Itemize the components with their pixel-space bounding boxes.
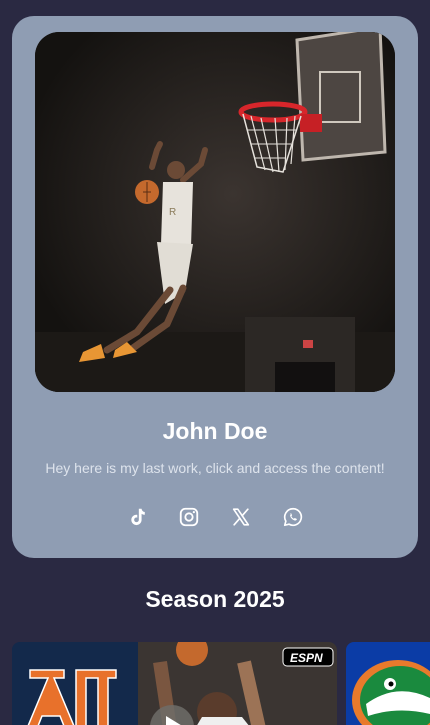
svg-text:R: R: [169, 207, 176, 218]
x-icon: [232, 508, 250, 526]
profile-name: John Doe: [162, 418, 268, 444]
profile-bio: Hey here is my last work, click and acce…: [45, 460, 385, 476]
carousel-item-video[interactable]: ESPN: [12, 642, 337, 725]
svg-text:ESPN: ESPN: [290, 651, 323, 665]
tiktok-icon: [131, 508, 145, 526]
tiktok-link[interactable]: [124, 504, 150, 530]
profile-photo[interactable]: R: [35, 32, 395, 392]
x-link[interactable]: [228, 504, 254, 530]
whatsapp-icon: [283, 507, 303, 527]
basketball-dunk-photo: R: [35, 32, 395, 392]
instagram-icon: [179, 507, 199, 527]
section-title: Season 2025: [145, 586, 285, 612]
gator-logo: [346, 642, 430, 725]
social-links: [12, 504, 418, 530]
media-carousel[interactable]: ESPN: [12, 642, 430, 725]
video-thumbnail: ESPN: [12, 642, 337, 725]
carousel-item-gators[interactable]: [346, 642, 430, 725]
profile-card: R John Doe Hey here is my last work, cli…: [12, 16, 418, 558]
instagram-link[interactable]: [176, 504, 202, 530]
whatsapp-link[interactable]: [280, 504, 306, 530]
